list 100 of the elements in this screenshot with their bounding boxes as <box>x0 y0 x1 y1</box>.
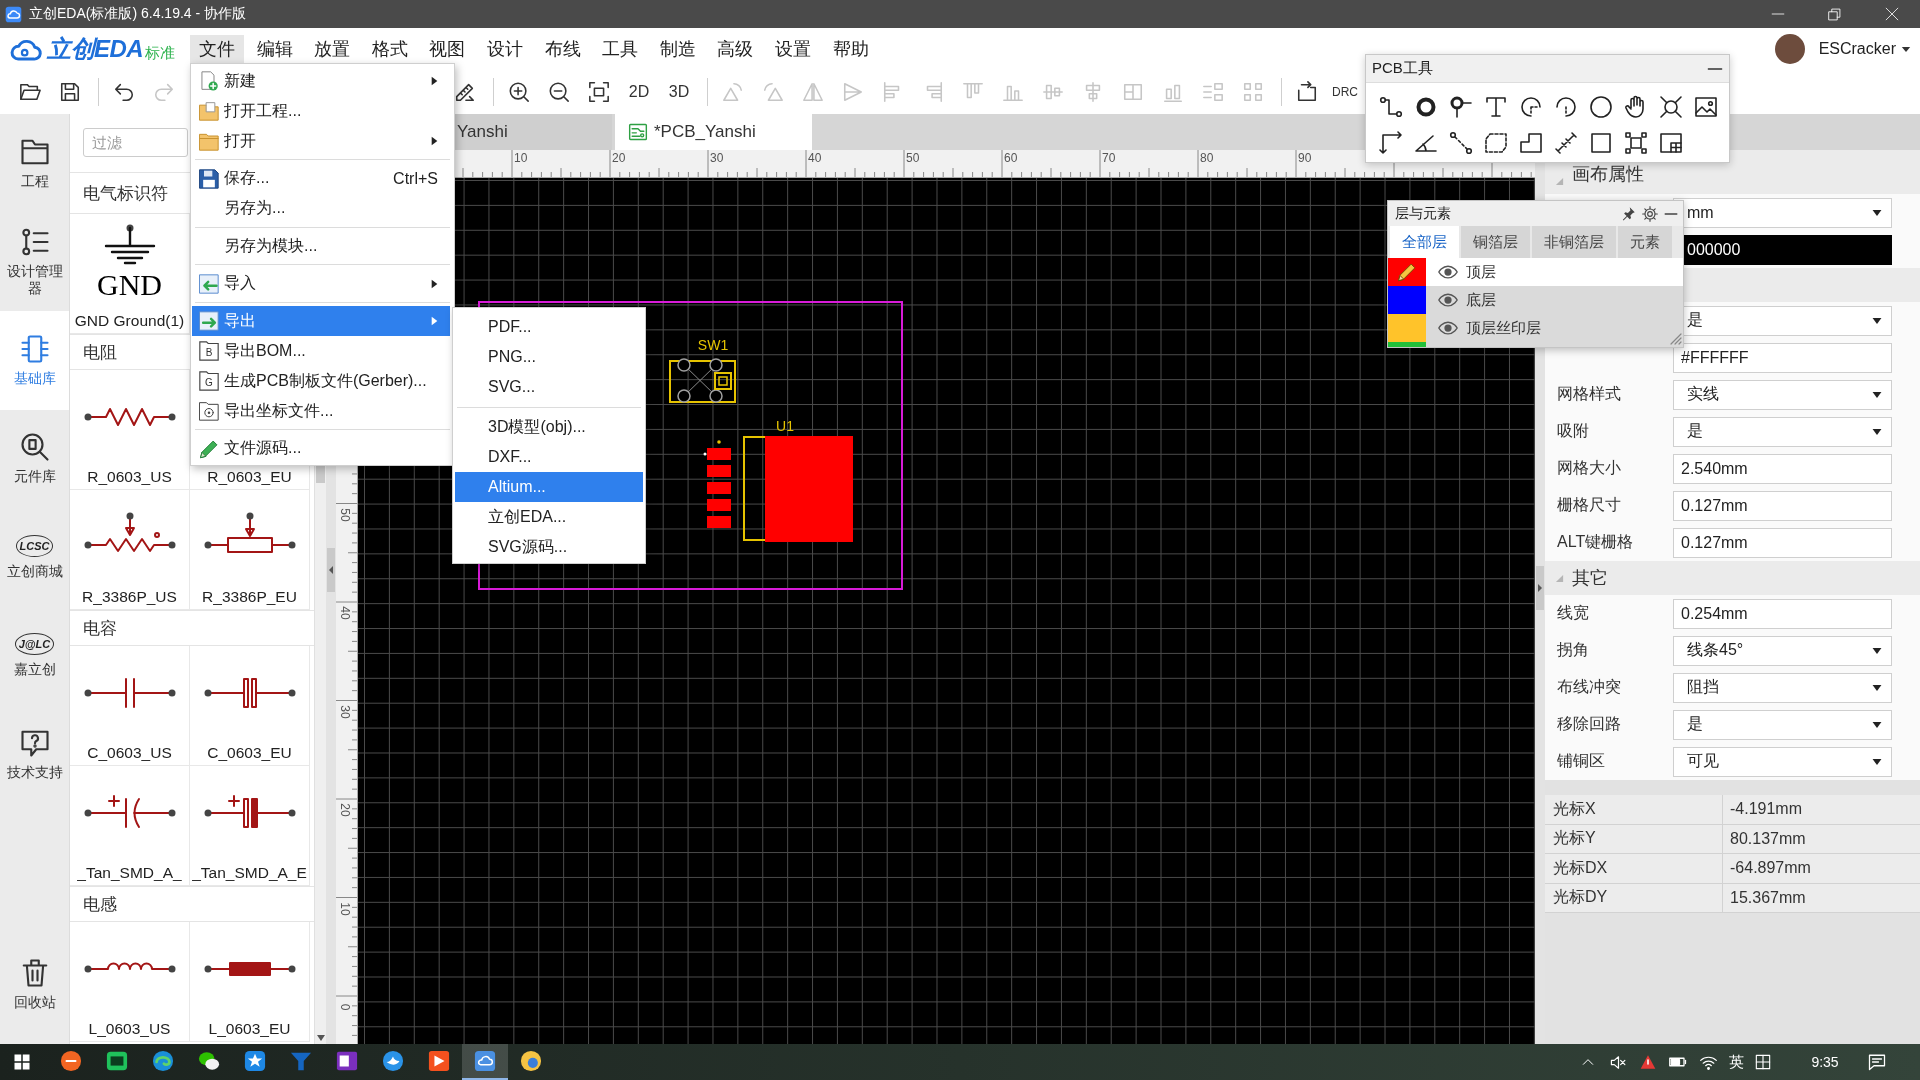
menu-bar-item[interactable]: 格式 <box>362 35 417 63</box>
document-tab[interactable]: Yanshi <box>455 114 612 150</box>
pin-icon[interactable] <box>1621 206 1636 221</box>
layer-tab[interactable]: 元素 <box>1618 226 1672 258</box>
menu-bar-item[interactable]: 高级 <box>708 35 763 63</box>
nav-item[interactable]: LCSC 立创商城 <box>0 508 69 607</box>
dropdown[interactable]: mm <box>1673 197 1892 228</box>
text-tool-icon[interactable] <box>1484 95 1508 119</box>
layer-row[interactable]: 底层 <box>1388 286 1683 314</box>
arc-icon[interactable] <box>1519 95 1543 119</box>
caret-icon[interactable] <box>1901 45 1911 53</box>
zoom-out-icon[interactable] <box>548 81 570 103</box>
input-language[interactable]: 英 <box>1723 1044 1749 1080</box>
text-field[interactable]: #FFFFFF <box>1673 342 1892 373</box>
dropdown[interactable]: 是 <box>1673 709 1892 740</box>
dropdown[interactable]: 线条45° <box>1673 635 1892 666</box>
settings-icon[interactable] <box>1642 205 1658 222</box>
menu-item[interactable]: SVG... <box>455 372 643 402</box>
menu-item[interactable]: SVG源码... <box>455 532 643 562</box>
circle-icon[interactable] <box>1589 95 1613 119</box>
nav-item[interactable]: 回收站 <box>0 934 69 1044</box>
menu-item[interactable]: 打开 <box>192 126 450 156</box>
layer-row[interactable]: 顶层丝印层 <box>1388 314 1683 342</box>
nav-item[interactable]: 元件库 <box>0 409 69 508</box>
corner-arrows-icon[interactable] <box>1379 131 1403 155</box>
section-header[interactable]: 其它 <box>1545 561 1920 595</box>
layer-tab[interactable]: 非铜箔层 <box>1532 226 1616 258</box>
corner-arrow-icon[interactable] <box>1296 81 1318 103</box>
undo-icon[interactable] <box>113 81 135 103</box>
view-mode-button[interactable]: 2D <box>621 75 657 109</box>
step-outline-icon[interactable] <box>1519 131 1543 155</box>
menu-bar-item[interactable]: 视图 <box>420 35 475 63</box>
dropdown[interactable]: 是 <box>1673 416 1892 447</box>
menu-item[interactable]: 导出 <box>192 306 450 336</box>
document-tab[interactable]: *PCB_Yanshi <box>615 114 812 150</box>
arc-icon[interactable] <box>1554 95 1578 119</box>
text-field[interactable]: 0.127mm <box>1673 527 1892 558</box>
menu-item[interactable]: 3D模型(obj)... <box>455 412 643 442</box>
filter-field[interactable]: 过滤 <box>83 128 188 157</box>
view-mode-button[interactable]: 3D <box>661 75 697 109</box>
ruler-line-icon[interactable] <box>1554 131 1578 155</box>
menu-bar-item[interactable]: 设计 <box>477 35 532 63</box>
image-icon[interactable] <box>1694 95 1718 119</box>
menu-bar-item[interactable]: 文件 <box>190 35 244 63</box>
menu-item[interactable]: 立创EDA... <box>455 502 643 532</box>
menu-item[interactable]: DXF... <box>455 442 643 472</box>
keyboard-grid-icon[interactable] <box>1755 1054 1771 1070</box>
menu-item[interactable]: PDF... <box>455 312 643 342</box>
dashed-outline-icon[interactable] <box>1484 131 1508 155</box>
collapse-handle[interactable] <box>327 548 335 592</box>
menu-bar-item[interactable]: 编辑 <box>247 35 302 63</box>
layer-tab[interactable]: 铜箔层 <box>1461 226 1530 258</box>
zoom-in-icon[interactable] <box>508 81 530 103</box>
dashed-line-icon[interactable] <box>1449 131 1473 155</box>
menu-bar-item[interactable]: 设置 <box>765 35 820 63</box>
menu-item[interactable]: 打开工程... <box>192 96 450 126</box>
avatar[interactable] <box>1774 34 1805 64</box>
dropdown[interactable]: 实线 <box>1673 379 1892 410</box>
menu-item[interactable]: Altium... <box>455 472 643 502</box>
menu-item[interactable]: PNG... <box>455 342 643 372</box>
text-field[interactable]: 2.540mm <box>1673 453 1892 484</box>
layer-tab[interactable]: 全部层 <box>1390 226 1459 258</box>
probe-icon[interactable] <box>1449 95 1473 119</box>
drc-button[interactable]: DRC <box>1329 75 1361 109</box>
nav-item[interactable]: J@LC 嘉立创 <box>0 606 69 705</box>
clock[interactable]: 9:35 <box>1795 1054 1855 1070</box>
save-icon[interactable] <box>59 81 81 103</box>
folder-open-icon[interactable] <box>19 81 41 103</box>
taskbar-button[interactable] <box>462 1044 508 1080</box>
chip-footprint[interactable] <box>703 436 853 542</box>
frame-corners-icon[interactable] <box>1624 131 1648 155</box>
menu-bar-item[interactable]: 制造 <box>650 35 705 63</box>
nav-item[interactable]: 设计管理器 <box>0 212 69 311</box>
dropdown[interactable]: 可见 <box>1673 746 1892 777</box>
menu-bar-item[interactable]: 工具 <box>593 35 648 63</box>
nav-item[interactable]: 技术支持 <box>0 705 69 804</box>
menu-bar-item[interactable]: 放置 <box>305 35 360 63</box>
layer-row[interactable]: 顶层 <box>1388 258 1683 286</box>
menu-item[interactable]: 新建 <box>192 66 450 96</box>
square-icon[interactable] <box>1589 131 1613 155</box>
nav-item[interactable]: 工程 <box>0 114 69 213</box>
warning-triangle-icon[interactable] <box>1640 1054 1656 1070</box>
dropdown[interactable]: 阻挡 <box>1673 672 1892 703</box>
text-field[interactable]: 0.254mm <box>1673 598 1892 629</box>
menu-bar-item[interactable]: 帮助 <box>823 35 878 63</box>
fit-view-icon[interactable] <box>588 81 610 103</box>
resize-grip-icon[interactable] <box>1670 333 1682 345</box>
ruler-pencil-icon[interactable] <box>454 81 476 103</box>
speaker-muted-icon[interactable] <box>1609 1053 1627 1071</box>
menu-bar-item[interactable]: 布线 <box>535 35 590 63</box>
collapse-handle[interactable] <box>1536 566 1544 610</box>
message-icon[interactable] <box>1868 1053 1886 1071</box>
ring-icon[interactable] <box>1414 95 1438 119</box>
track-icon[interactable] <box>1379 95 1403 119</box>
window-layout-icon[interactable] <box>1659 131 1683 155</box>
user-name[interactable]: ESCracker <box>1818 40 1896 58</box>
crossed-circle-icon[interactable] <box>1659 95 1683 119</box>
switch-footprint[interactable] <box>669 358 736 403</box>
text-field[interactable]: 0.127mm <box>1673 490 1892 521</box>
nav-item[interactable]: 基础库 <box>0 311 69 410</box>
